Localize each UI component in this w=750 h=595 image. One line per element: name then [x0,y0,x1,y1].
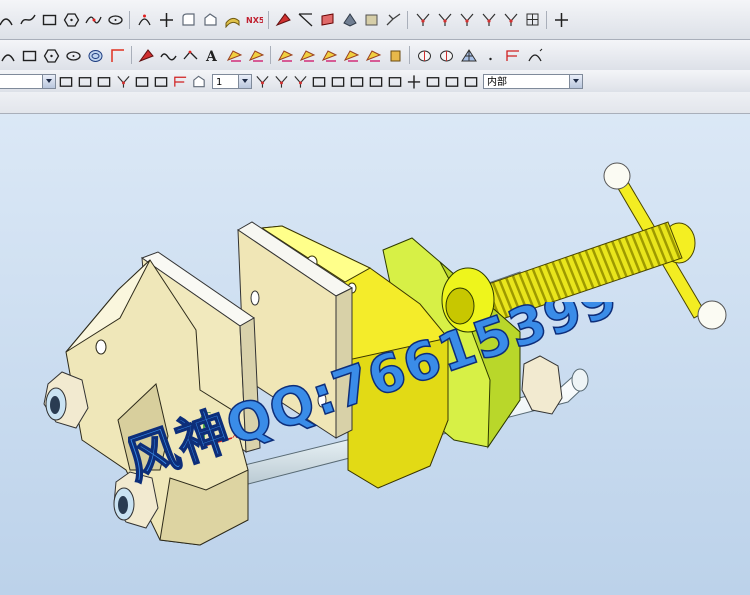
layer-combo[interactable]: 1 [212,73,252,89]
cube-icon[interactable] [58,73,74,89]
more-icon[interactable] [481,46,500,65]
view-icon[interactable] [503,46,522,65]
blend-icon[interactable] [137,46,156,65]
quadrant-icon[interactable] [444,73,460,89]
nx5-logo-icon[interactable]: NX5 [245,10,264,29]
box-icon[interactable] [134,73,150,89]
section-icon[interactable] [296,10,315,29]
spiral-icon[interactable] [86,46,105,65]
text-icon[interactable]: A [203,46,222,65]
offset-icon[interactable] [342,46,361,65]
midpoint-icon[interactable] [330,73,346,89]
shape-icon[interactable] [201,10,220,29]
svg-text:NX5: NX5 [246,16,263,25]
revolve-icon[interactable] [415,46,434,65]
toolbar-separator [407,10,408,29]
chevron-down-icon[interactable] [238,74,251,88]
hexagon-icon[interactable] [42,46,61,65]
rectangle-icon[interactable] [40,10,59,29]
cube-icon[interactable] [463,73,479,89]
xc-label: XC [232,431,243,440]
layer-value: 1 [216,76,223,88]
view-icon[interactable] [172,73,188,89]
selection-bar: 1 内部 [0,70,750,93]
shape-icon[interactable] [191,73,207,89]
revolve-icon[interactable] [437,46,456,65]
toolbar-empty-strip [0,92,750,114]
snap-icon[interactable] [457,10,476,29]
lasso-icon[interactable] [153,73,169,89]
offset-icon[interactable] [364,46,383,65]
blend-icon[interactable] [274,10,293,29]
yc-label: YC [185,421,196,430]
snap-icon[interactable] [435,10,454,29]
select-all-icon[interactable] [96,73,112,89]
toolbar-separator [409,46,410,64]
hex-nut-upper [43,371,89,429]
arc-point-icon[interactable] [135,10,154,29]
filter-icon[interactable] [77,73,93,89]
extrude-icon[interactable] [386,46,405,65]
snap-icon[interactable] [479,10,498,29]
toolbar-separator [270,46,271,64]
point-icon[interactable] [552,10,571,29]
extract-icon[interactable] [340,10,359,29]
selection-scope-combo[interactable]: 内部 [483,73,583,89]
curve-icon[interactable] [18,10,37,29]
wave-icon[interactable] [159,46,178,65]
snap-icon[interactable] [115,73,131,89]
grid-icon[interactable] [523,10,542,29]
spline-icon[interactable] [181,46,200,65]
toolbar-separator [268,10,269,29]
edit-icon[interactable] [525,46,544,65]
vise-assembly-model[interactable]: ZC YC XC [0,114,750,595]
toolbar-row-2: A [0,40,750,71]
zc-label: ZC [200,411,211,420]
graphics-window[interactable]: ZC YC XC 风神QQ:76615399 [0,114,750,595]
chevron-down-icon[interactable] [42,74,55,88]
type-filter-combo[interactable] [0,73,56,89]
toolbar-separator [131,46,132,64]
surface-icon[interactable] [223,10,242,29]
chevron-down-icon[interactable] [569,74,582,88]
curve-point-icon[interactable] [425,73,441,89]
toolbar-row-1: NX5 [0,0,750,40]
circle-icon[interactable] [387,73,403,89]
offset-shape-icon[interactable] [179,10,198,29]
toolbar-separator [129,10,130,29]
corner-icon[interactable] [108,46,127,65]
offset-icon[interactable] [247,46,266,65]
center-icon[interactable] [368,73,384,89]
snap-icon[interactable] [501,10,520,29]
selection-scope-value: 内部 [487,76,507,88]
snap-icon[interactable] [254,73,270,89]
ellipse-icon[interactable] [106,10,125,29]
rectangle-icon[interactable] [20,46,39,65]
offset-icon[interactable] [320,46,339,65]
svg-text:A: A [205,49,218,64]
trim-icon[interactable] [362,10,381,29]
intersection-icon[interactable] [349,73,365,89]
line-end-icon[interactable] [311,73,327,89]
snap-icon[interactable] [273,73,289,89]
face-icon[interactable] [318,10,337,29]
offset-icon[interactable] [298,46,317,65]
point-icon[interactable] [406,73,422,89]
point-icon[interactable] [157,10,176,29]
snap-icon[interactable] [292,73,308,89]
offset-icon[interactable] [225,46,244,65]
toolbar-separator [546,10,547,29]
hex-nut-lower [113,471,159,529]
hexagon-icon[interactable] [62,10,81,29]
arc-icon[interactable] [0,10,15,29]
point-spline-icon[interactable] [84,10,103,29]
mesh-icon[interactable] [459,46,478,65]
ellipse-icon[interactable] [64,46,83,65]
offset-icon[interactable] [276,46,295,65]
snap-icon[interactable] [413,10,432,29]
arc-icon[interactable] [0,46,17,65]
swept-icon[interactable] [384,10,403,29]
